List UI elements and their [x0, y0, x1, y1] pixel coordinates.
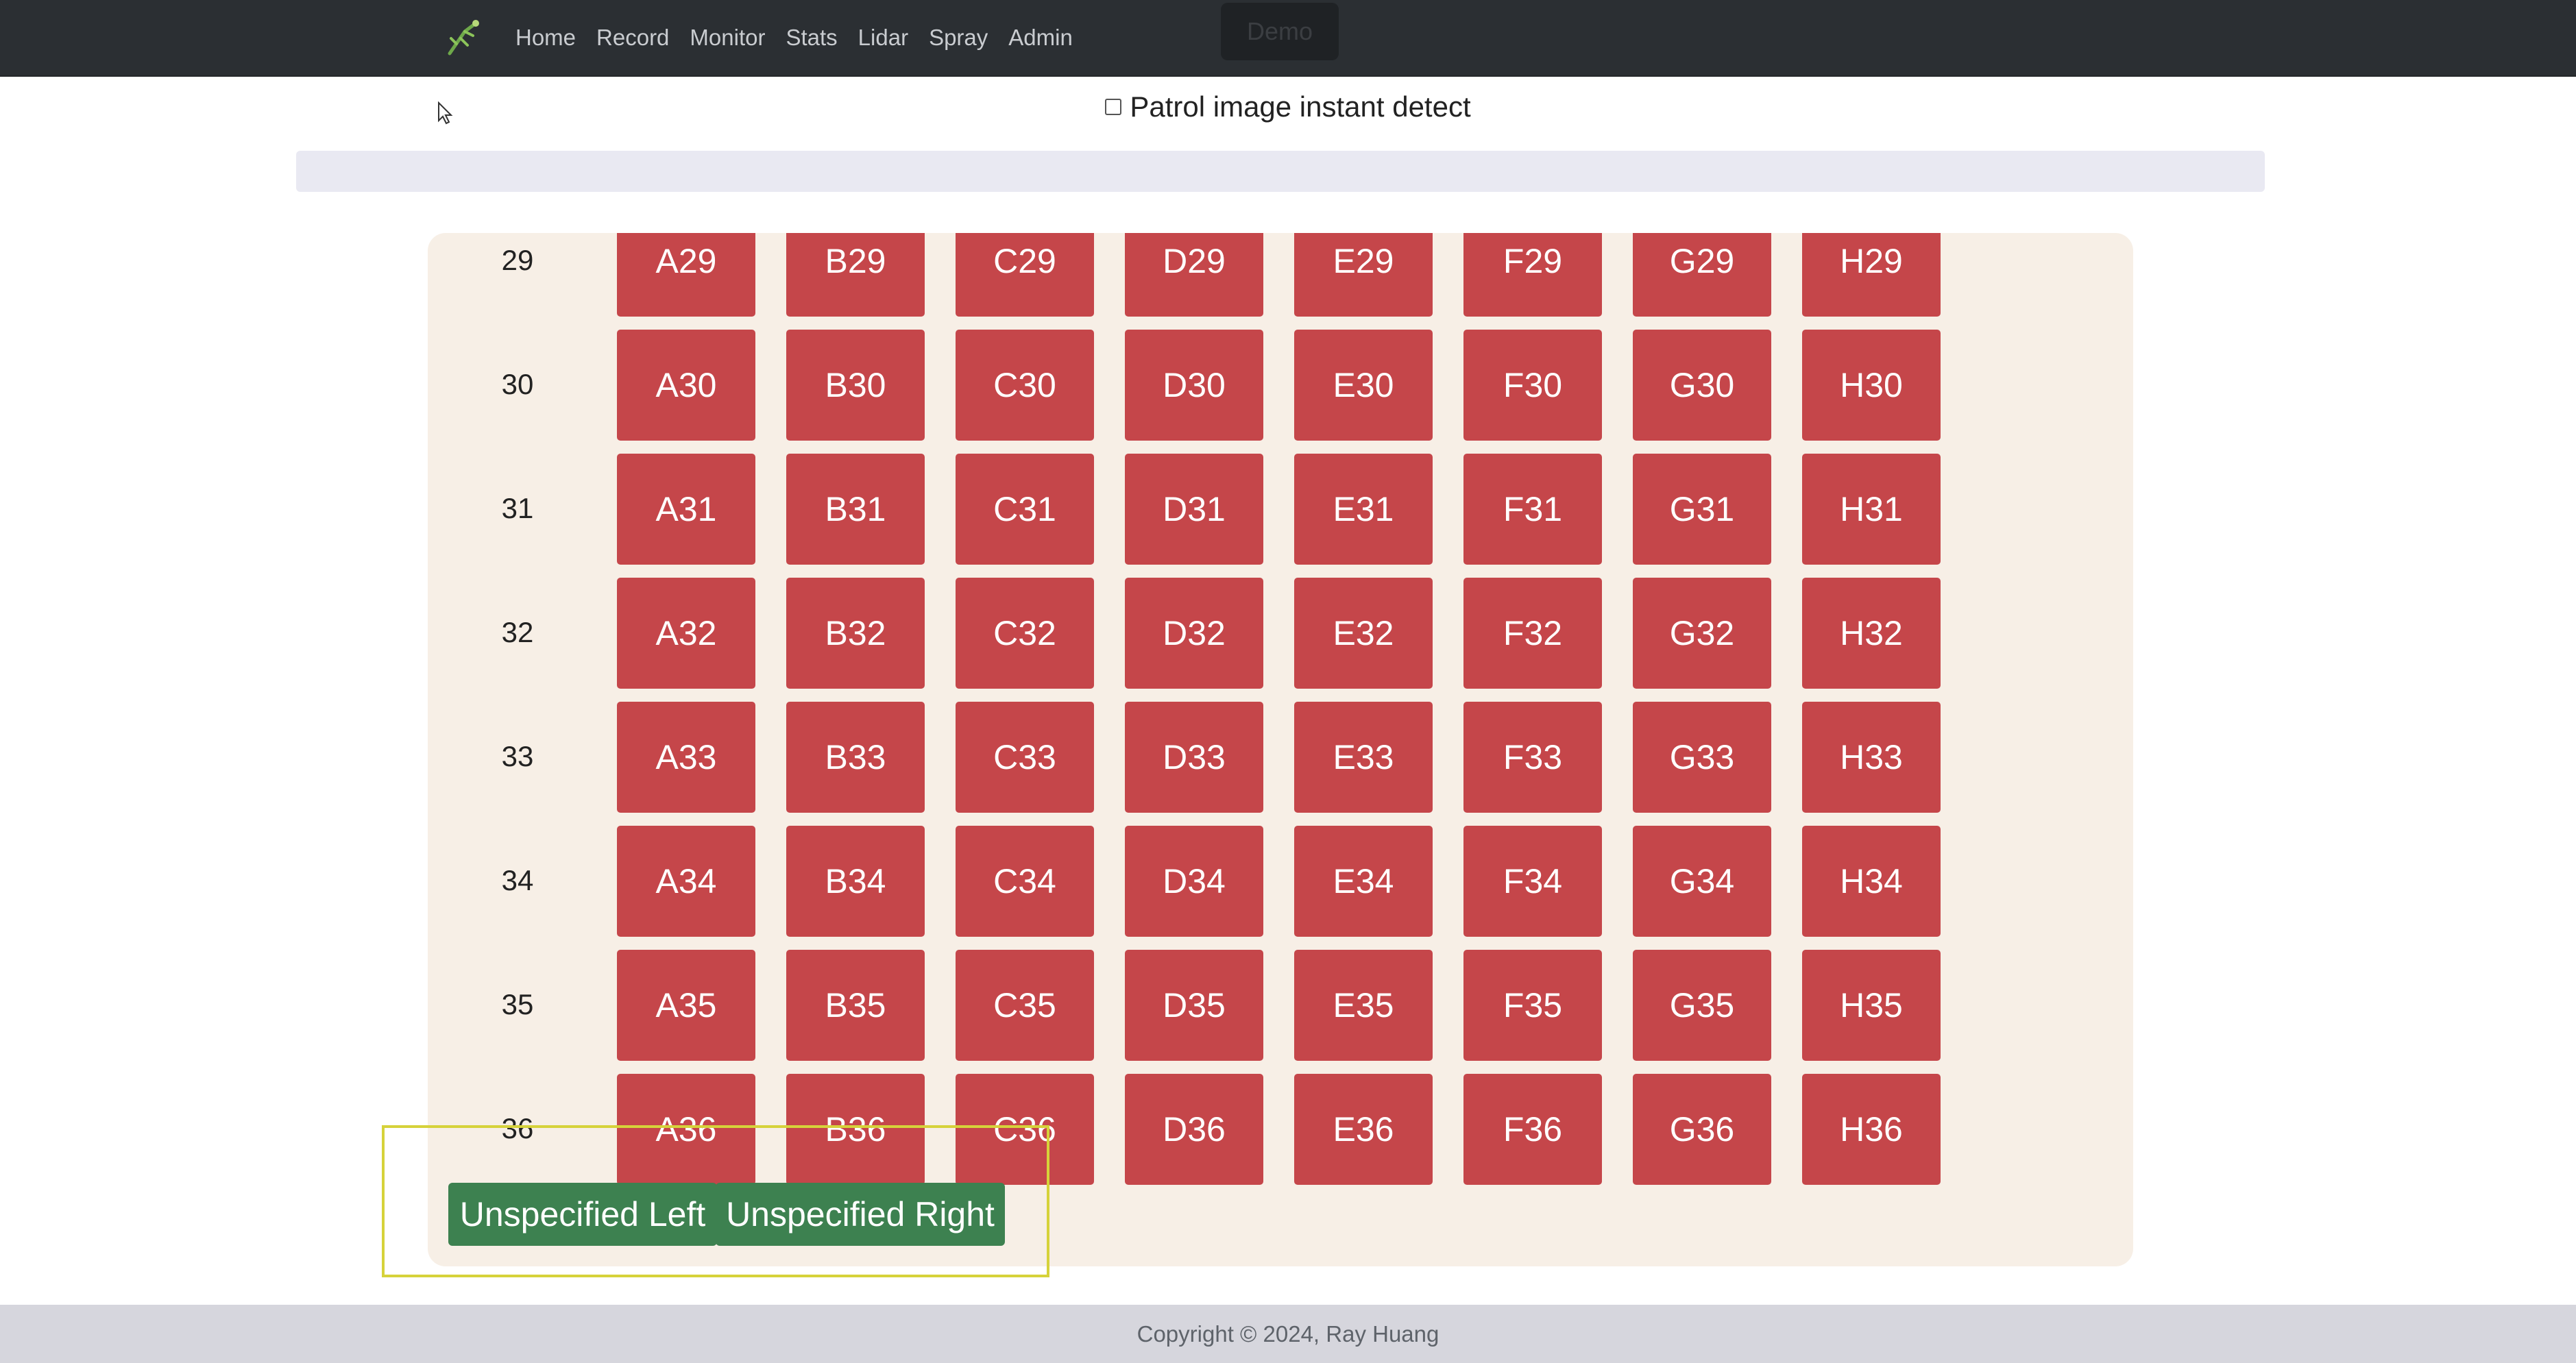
- location-cell-h33[interactable]: H33: [1802, 702, 1941, 813]
- location-cell-f35[interactable]: F35: [1463, 950, 1602, 1061]
- location-cell-b36[interactable]: B36: [786, 1074, 925, 1185]
- progress-bar: [296, 151, 2265, 192]
- location-cell-g31[interactable]: G31: [1633, 454, 1771, 565]
- unspecified-left-button[interactable]: Unspecified Left: [448, 1183, 717, 1246]
- location-cell-g35[interactable]: G35: [1633, 950, 1771, 1061]
- footer: Copyright © 2024, Ray Huang: [0, 1305, 2576, 1363]
- nav-links: Home Record Monitor Stats Lidar Spray Admin: [515, 0, 1093, 75]
- location-cell-h30[interactable]: H30: [1802, 330, 1941, 441]
- location-cell-g29[interactable]: G29: [1633, 233, 1771, 317]
- location-grid-panel: 29 A29 B29 C29 D29 E29 F29 G29 H29 30 A30 B30 C30 D30…: [428, 233, 2133, 1266]
- location-cell-b35[interactable]: B35: [786, 950, 925, 1061]
- row-label-36: 36: [501, 1112, 534, 1144]
- location-cell-d34[interactable]: D34: [1125, 826, 1263, 937]
- location-cell-b34[interactable]: B34: [786, 826, 925, 937]
- location-cell-g33[interactable]: G33: [1633, 702, 1771, 813]
- location-cell-c31[interactable]: C31: [956, 454, 1094, 565]
- location-cell-a36[interactable]: A36: [617, 1074, 755, 1185]
- location-cell-e31[interactable]: E31: [1294, 454, 1433, 565]
- location-cell-g32[interactable]: G32: [1633, 578, 1771, 689]
- location-cell-d30[interactable]: D30: [1125, 330, 1263, 441]
- location-cell-e29[interactable]: E29: [1294, 233, 1433, 317]
- location-cell-c36[interactable]: C36: [956, 1074, 1094, 1185]
- nav-link-stats[interactable]: Stats: [786, 25, 837, 51]
- location-cell-b30[interactable]: B30: [786, 330, 925, 441]
- location-cell-e30[interactable]: E30: [1294, 330, 1433, 441]
- location-cell-f31[interactable]: F31: [1463, 454, 1602, 565]
- location-cell-b31[interactable]: B31: [786, 454, 925, 565]
- location-cell-d32[interactable]: D32: [1125, 578, 1263, 689]
- location-cell-g34[interactable]: G34: [1633, 826, 1771, 937]
- location-cell-b33[interactable]: B33: [786, 702, 925, 813]
- location-cell-c29[interactable]: C29: [956, 233, 1094, 317]
- demo-button[interactable]: Demo: [1221, 3, 1339, 60]
- location-cell-b29[interactable]: B29: [786, 233, 925, 317]
- location-cell-e34[interactable]: E34: [1294, 826, 1433, 937]
- location-cell-a33[interactable]: A33: [617, 702, 755, 813]
- location-cell-h29[interactable]: H29: [1802, 233, 1941, 317]
- location-cell-g30[interactable]: G30: [1633, 330, 1771, 441]
- location-cell-e35[interactable]: E35: [1294, 950, 1433, 1061]
- patrol-checkbox[interactable]: [1105, 99, 1122, 115]
- location-cell-d36[interactable]: D36: [1125, 1074, 1263, 1185]
- nav-link-lidar[interactable]: Lidar: [858, 25, 908, 51]
- location-cell-a34[interactable]: A34: [617, 826, 755, 937]
- patrol-detect-toggle[interactable]: Patrol image instant detect: [0, 90, 2576, 123]
- row-label-34: 34: [501, 864, 534, 896]
- location-cell-e32[interactable]: E32: [1294, 578, 1433, 689]
- location-cell-h35[interactable]: H35: [1802, 950, 1941, 1061]
- location-cell-f33[interactable]: F33: [1463, 702, 1602, 813]
- location-cell-e33[interactable]: E33: [1294, 702, 1433, 813]
- nav-link-home[interactable]: Home: [515, 25, 576, 51]
- location-cell-d29[interactable]: D29: [1125, 233, 1263, 317]
- row-label-35: 35: [501, 988, 534, 1020]
- location-cell-a30[interactable]: A30: [617, 330, 755, 441]
- nav-link-monitor[interactable]: Monitor: [690, 25, 765, 51]
- location-cell-f32[interactable]: F32: [1463, 578, 1602, 689]
- location-cell-c32[interactable]: C32: [956, 578, 1094, 689]
- location-cell-e36[interactable]: E36: [1294, 1074, 1433, 1185]
- location-cell-h34[interactable]: H34: [1802, 826, 1941, 937]
- location-cell-c34[interactable]: C34: [956, 826, 1094, 937]
- row-label-30: 30: [501, 368, 534, 400]
- row-label-32: 32: [501, 616, 534, 648]
- row-label-29: 29: [501, 244, 534, 276]
- location-cell-d31[interactable]: D31: [1125, 454, 1263, 565]
- unspecified-right-button[interactable]: Unspecified Right: [716, 1183, 1005, 1246]
- location-cell-f29[interactable]: F29: [1463, 233, 1602, 317]
- location-cell-f30[interactable]: F30: [1463, 330, 1602, 441]
- location-cell-h36[interactable]: H36: [1802, 1074, 1941, 1185]
- location-cell-a35[interactable]: A35: [617, 950, 755, 1061]
- location-cell-f36[interactable]: F36: [1463, 1074, 1602, 1185]
- location-cell-c33[interactable]: C33: [956, 702, 1094, 813]
- location-cell-c35[interactable]: C35: [956, 950, 1094, 1061]
- location-cell-h32[interactable]: H32: [1802, 578, 1941, 689]
- row-label-33: 33: [501, 740, 534, 772]
- location-cell-g36[interactable]: G36: [1633, 1074, 1771, 1185]
- brand-logo-icon[interactable]: [444, 18, 483, 58]
- patrol-label: Patrol image instant detect: [1130, 90, 1471, 123]
- location-cell-f34[interactable]: F34: [1463, 826, 1602, 937]
- top-navbar: Home Record Monitor Stats Lidar Spray Admin De…: [0, 0, 2576, 77]
- location-cell-c30[interactable]: C30: [956, 330, 1094, 441]
- location-cell-b32[interactable]: B32: [786, 578, 925, 689]
- location-cell-a31[interactable]: A31: [617, 454, 755, 565]
- nav-link-record[interactable]: Record: [596, 25, 669, 51]
- location-cell-d35[interactable]: D35: [1125, 950, 1263, 1061]
- location-cell-h31[interactable]: H31: [1802, 454, 1941, 565]
- location-cell-a29[interactable]: A29: [617, 233, 755, 317]
- nav-link-admin[interactable]: Admin: [1008, 25, 1073, 51]
- row-label-31: 31: [501, 492, 534, 524]
- location-cell-d33[interactable]: D33: [1125, 702, 1263, 813]
- location-cell-a32[interactable]: A32: [617, 578, 755, 689]
- nav-link-spray[interactable]: Spray: [929, 25, 988, 51]
